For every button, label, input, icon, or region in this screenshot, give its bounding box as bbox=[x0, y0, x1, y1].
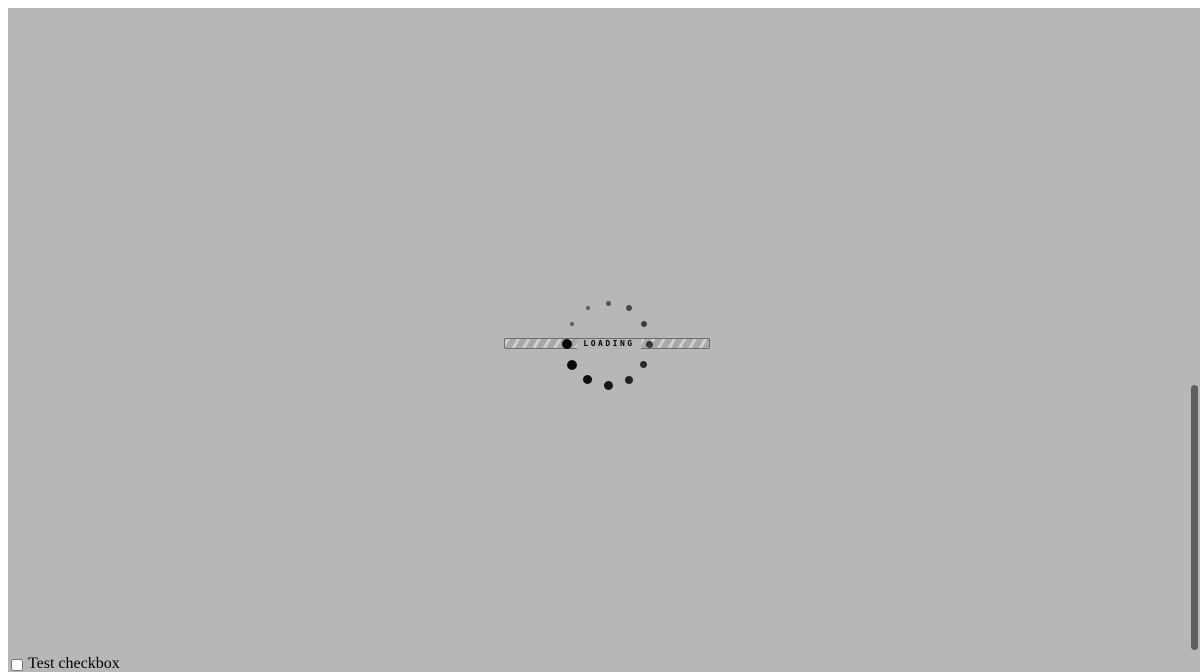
spinner-dot bbox=[585, 306, 590, 311]
spinner-dot bbox=[645, 340, 653, 348]
scrollbar-thumb[interactable] bbox=[1191, 385, 1198, 650]
page: LOADING Test checkbox bbox=[0, 0, 1200, 672]
spinner-dot bbox=[625, 305, 632, 312]
spinner-dot bbox=[562, 339, 572, 349]
spinner-dot bbox=[583, 375, 592, 384]
loading-label: LOADING bbox=[577, 339, 641, 349]
spinner-dot bbox=[603, 380, 613, 390]
test-checkbox-label: Test checkbox bbox=[28, 655, 120, 672]
test-checkbox-row[interactable]: Test checkbox bbox=[8, 655, 120, 672]
spinner-dot bbox=[605, 300, 611, 306]
test-checkbox[interactable] bbox=[11, 659, 23, 671]
spinner-dot bbox=[570, 321, 575, 326]
spinner-dot bbox=[640, 320, 647, 327]
spinner-dot bbox=[567, 359, 578, 370]
spinner-dot bbox=[640, 361, 647, 368]
spinner-dot bbox=[624, 375, 633, 384]
